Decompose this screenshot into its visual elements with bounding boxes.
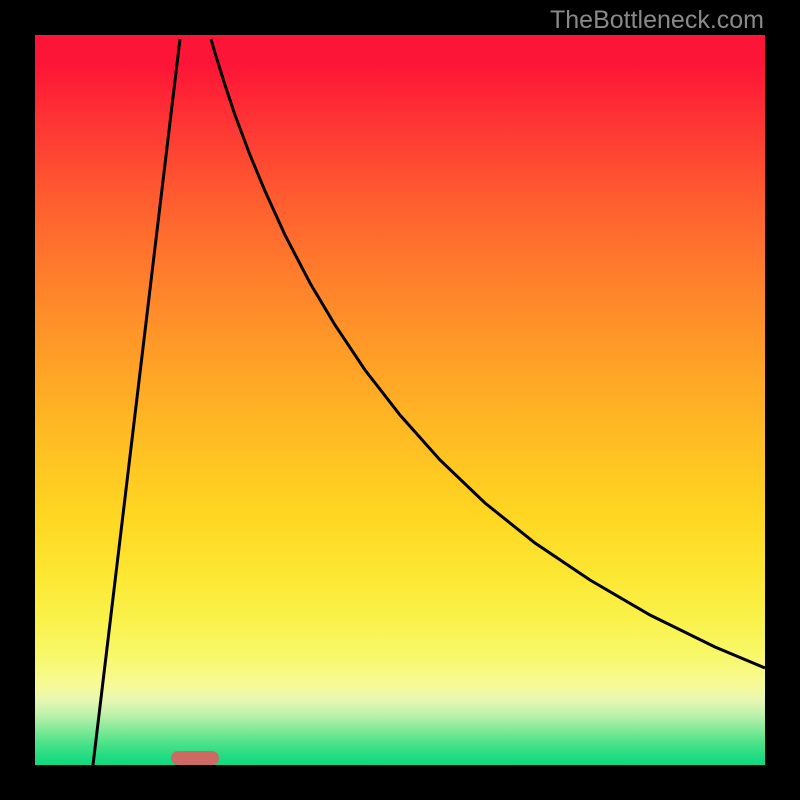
bottleneck-marker [171, 751, 219, 765]
left-line [93, 39, 180, 765]
curve-layer [35, 35, 765, 765]
plot-area [35, 35, 765, 765]
right-curve [211, 39, 765, 668]
chart-frame: TheBottleneck.com [0, 0, 800, 800]
watermark-text: TheBottleneck.com [550, 6, 764, 35]
